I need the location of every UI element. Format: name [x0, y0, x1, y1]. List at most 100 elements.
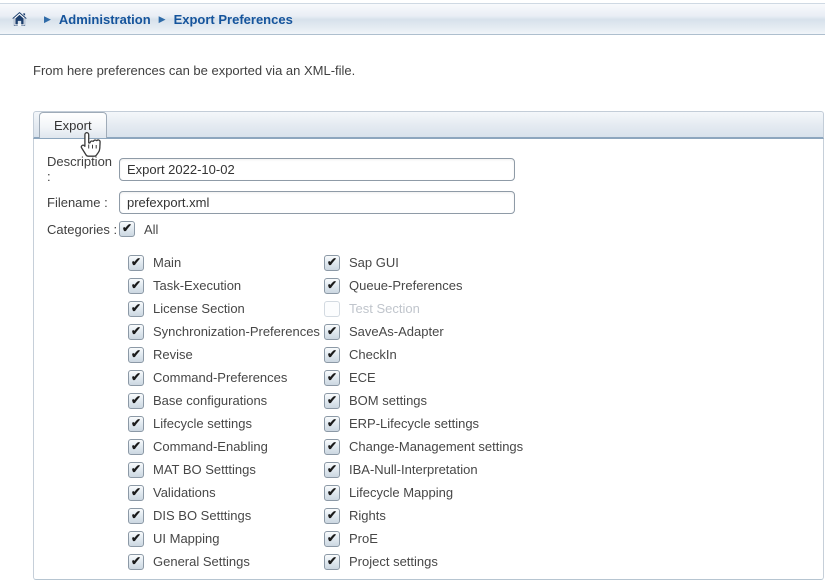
- category-checkbox[interactable]: ✔: [128, 301, 144, 317]
- category-label: BOM settings: [349, 393, 427, 408]
- category-checkbox[interactable]: ✔: [128, 508, 144, 524]
- category-checkbox[interactable]: ✔: [128, 485, 144, 501]
- category-checkbox[interactable]: ✔: [324, 347, 340, 363]
- category-checkbox[interactable]: ✔: [324, 554, 340, 570]
- category-item[interactable]: ✔ Rights: [324, 504, 823, 527]
- category-label: Task-Execution: [153, 278, 241, 293]
- category-label: CheckIn: [349, 347, 397, 362]
- category-checkbox[interactable]: ✔: [128, 370, 144, 386]
- category-checkbox: [324, 301, 340, 317]
- check-icon: ✔: [327, 394, 337, 406]
- category-item[interactable]: ✔ ECE: [324, 366, 823, 389]
- category-item[interactable]: ✔ ERP-Lifecycle settings: [324, 412, 823, 435]
- category-checkbox[interactable]: ✔: [128, 554, 144, 570]
- category-checkbox[interactable]: ✔: [128, 278, 144, 294]
- category-item[interactable]: ✔ Project settings: [324, 550, 823, 573]
- check-icon: ✔: [131, 302, 141, 314]
- category-item[interactable]: ✔ Lifecycle Mapping: [324, 481, 823, 504]
- category-label: Validations: [153, 485, 216, 500]
- check-icon: ✔: [327, 532, 337, 544]
- home-icon[interactable]: [12, 12, 27, 26]
- category-label: Command-Preferences: [153, 370, 287, 385]
- category-label: Change-Management settings: [349, 439, 523, 454]
- category-item[interactable]: ✔ Main: [128, 251, 324, 274]
- category-item[interactable]: ✔ License Section: [128, 297, 324, 320]
- category-item[interactable]: ✔ Base configurations: [128, 389, 324, 412]
- check-icon: ✔: [327, 555, 337, 567]
- category-checkbox[interactable]: ✔: [324, 531, 340, 547]
- category-label: Main: [153, 255, 181, 270]
- category-checkbox[interactable]: ✔: [324, 393, 340, 409]
- filename-input[interactable]: [119, 191, 515, 214]
- check-icon: ✔: [327, 279, 337, 291]
- category-item[interactable]: ✔ Queue-Preferences: [324, 274, 823, 297]
- category-item[interactable]: ✔ SaveAs-Adapter: [324, 320, 823, 343]
- category-item[interactable]: ✔ MAT BO Setttings: [128, 458, 324, 481]
- breadcrumb-link-administration[interactable]: Administration: [59, 12, 151, 27]
- check-icon: ✔: [131, 279, 141, 291]
- category-checkbox[interactable]: ✔: [128, 347, 144, 363]
- category-checkbox[interactable]: ✔: [324, 462, 340, 478]
- category-checkbox[interactable]: ✔: [128, 416, 144, 432]
- breadcrumb-arrow-icon: ▶: [159, 15, 166, 24]
- category-label: SaveAs-Adapter: [349, 324, 444, 339]
- category-item[interactable]: ✔ Lifecycle settings: [128, 412, 324, 435]
- category-checkbox[interactable]: ✔: [128, 531, 144, 547]
- category-item[interactable]: ✔ Change-Management settings: [324, 435, 823, 458]
- breadcrumb: ▶ Administration ▶ Export Preferences: [0, 3, 825, 35]
- category-item[interactable]: ✔ Validations: [128, 481, 324, 504]
- category-checkbox[interactable]: ✔: [128, 393, 144, 409]
- category-checkbox[interactable]: ✔: [324, 370, 340, 386]
- category-checkbox[interactable]: ✔: [128, 324, 144, 340]
- check-icon: ✔: [131, 256, 141, 268]
- category-item[interactable]: ✔ Sap GUI: [324, 251, 823, 274]
- category-checkbox[interactable]: ✔: [324, 278, 340, 294]
- check-icon: ✔: [327, 256, 337, 268]
- category-label: Lifecycle Mapping: [349, 485, 453, 500]
- category-item[interactable]: ✔ BOM settings: [324, 389, 823, 412]
- category-checkbox[interactable]: ✔: [324, 508, 340, 524]
- category-item[interactable]: ✔ Command-Enabling: [128, 435, 324, 458]
- category-checkbox[interactable]: ✔: [128, 439, 144, 455]
- category-item[interactable]: ✔ Task-Execution: [128, 274, 324, 297]
- all-checkbox[interactable]: ✔: [119, 221, 135, 237]
- category-item[interactable]: ✔ IBA-Null-Interpretation: [324, 458, 823, 481]
- description-input[interactable]: [119, 158, 515, 181]
- filename-row: Filename :: [47, 191, 823, 214]
- export-tabpanel: Export Description : Filename : Categori…: [33, 111, 824, 580]
- category-checkbox[interactable]: ✔: [324, 255, 340, 271]
- check-icon: ✔: [327, 440, 337, 452]
- description-row: Description :: [47, 154, 823, 184]
- category-label: UI Mapping: [153, 531, 219, 546]
- category-checkbox[interactable]: ✔: [324, 324, 340, 340]
- category-label: IBA-Null-Interpretation: [349, 462, 478, 477]
- tab-export[interactable]: Export: [39, 112, 107, 138]
- category-item[interactable]: ✔ Revise: [128, 343, 324, 366]
- check-icon: ✔: [131, 394, 141, 406]
- breadcrumb-link-export-preferences[interactable]: Export Preferences: [174, 12, 293, 27]
- category-checkbox[interactable]: ✔: [324, 439, 340, 455]
- category-label: Queue-Preferences: [349, 278, 462, 293]
- check-icon: ✔: [131, 509, 141, 521]
- category-label: MAT BO Setttings: [153, 462, 256, 477]
- check-icon: ✔: [327, 325, 337, 337]
- category-item[interactable]: ✔ DIS BO Setttings: [128, 504, 324, 527]
- category-checkbox[interactable]: ✔: [128, 462, 144, 478]
- category-label: ECE: [349, 370, 376, 385]
- category-item[interactable]: ✔ General Settings: [128, 550, 324, 573]
- category-item[interactable]: ✔ UI Mapping: [128, 527, 324, 550]
- category-item[interactable]: ✔ ProE: [324, 527, 823, 550]
- intro-text: From here preferences can be exported vi…: [33, 63, 825, 78]
- category-item[interactable]: ✔ Synchronization-Preferences: [128, 320, 324, 343]
- category-label: Lifecycle settings: [153, 416, 252, 431]
- category-label: License Section: [153, 301, 245, 316]
- check-icon: ✔: [327, 509, 337, 521]
- category-item[interactable]: ✔ CheckIn: [324, 343, 823, 366]
- category-checkbox[interactable]: ✔: [324, 416, 340, 432]
- category-checkbox[interactable]: ✔: [324, 485, 340, 501]
- check-icon: ✔: [131, 463, 141, 475]
- category-label: ERP-Lifecycle settings: [349, 416, 479, 431]
- category-item[interactable]: ✔ Command-Preferences: [128, 366, 324, 389]
- category-label: Base configurations: [153, 393, 267, 408]
- category-checkbox[interactable]: ✔: [128, 255, 144, 271]
